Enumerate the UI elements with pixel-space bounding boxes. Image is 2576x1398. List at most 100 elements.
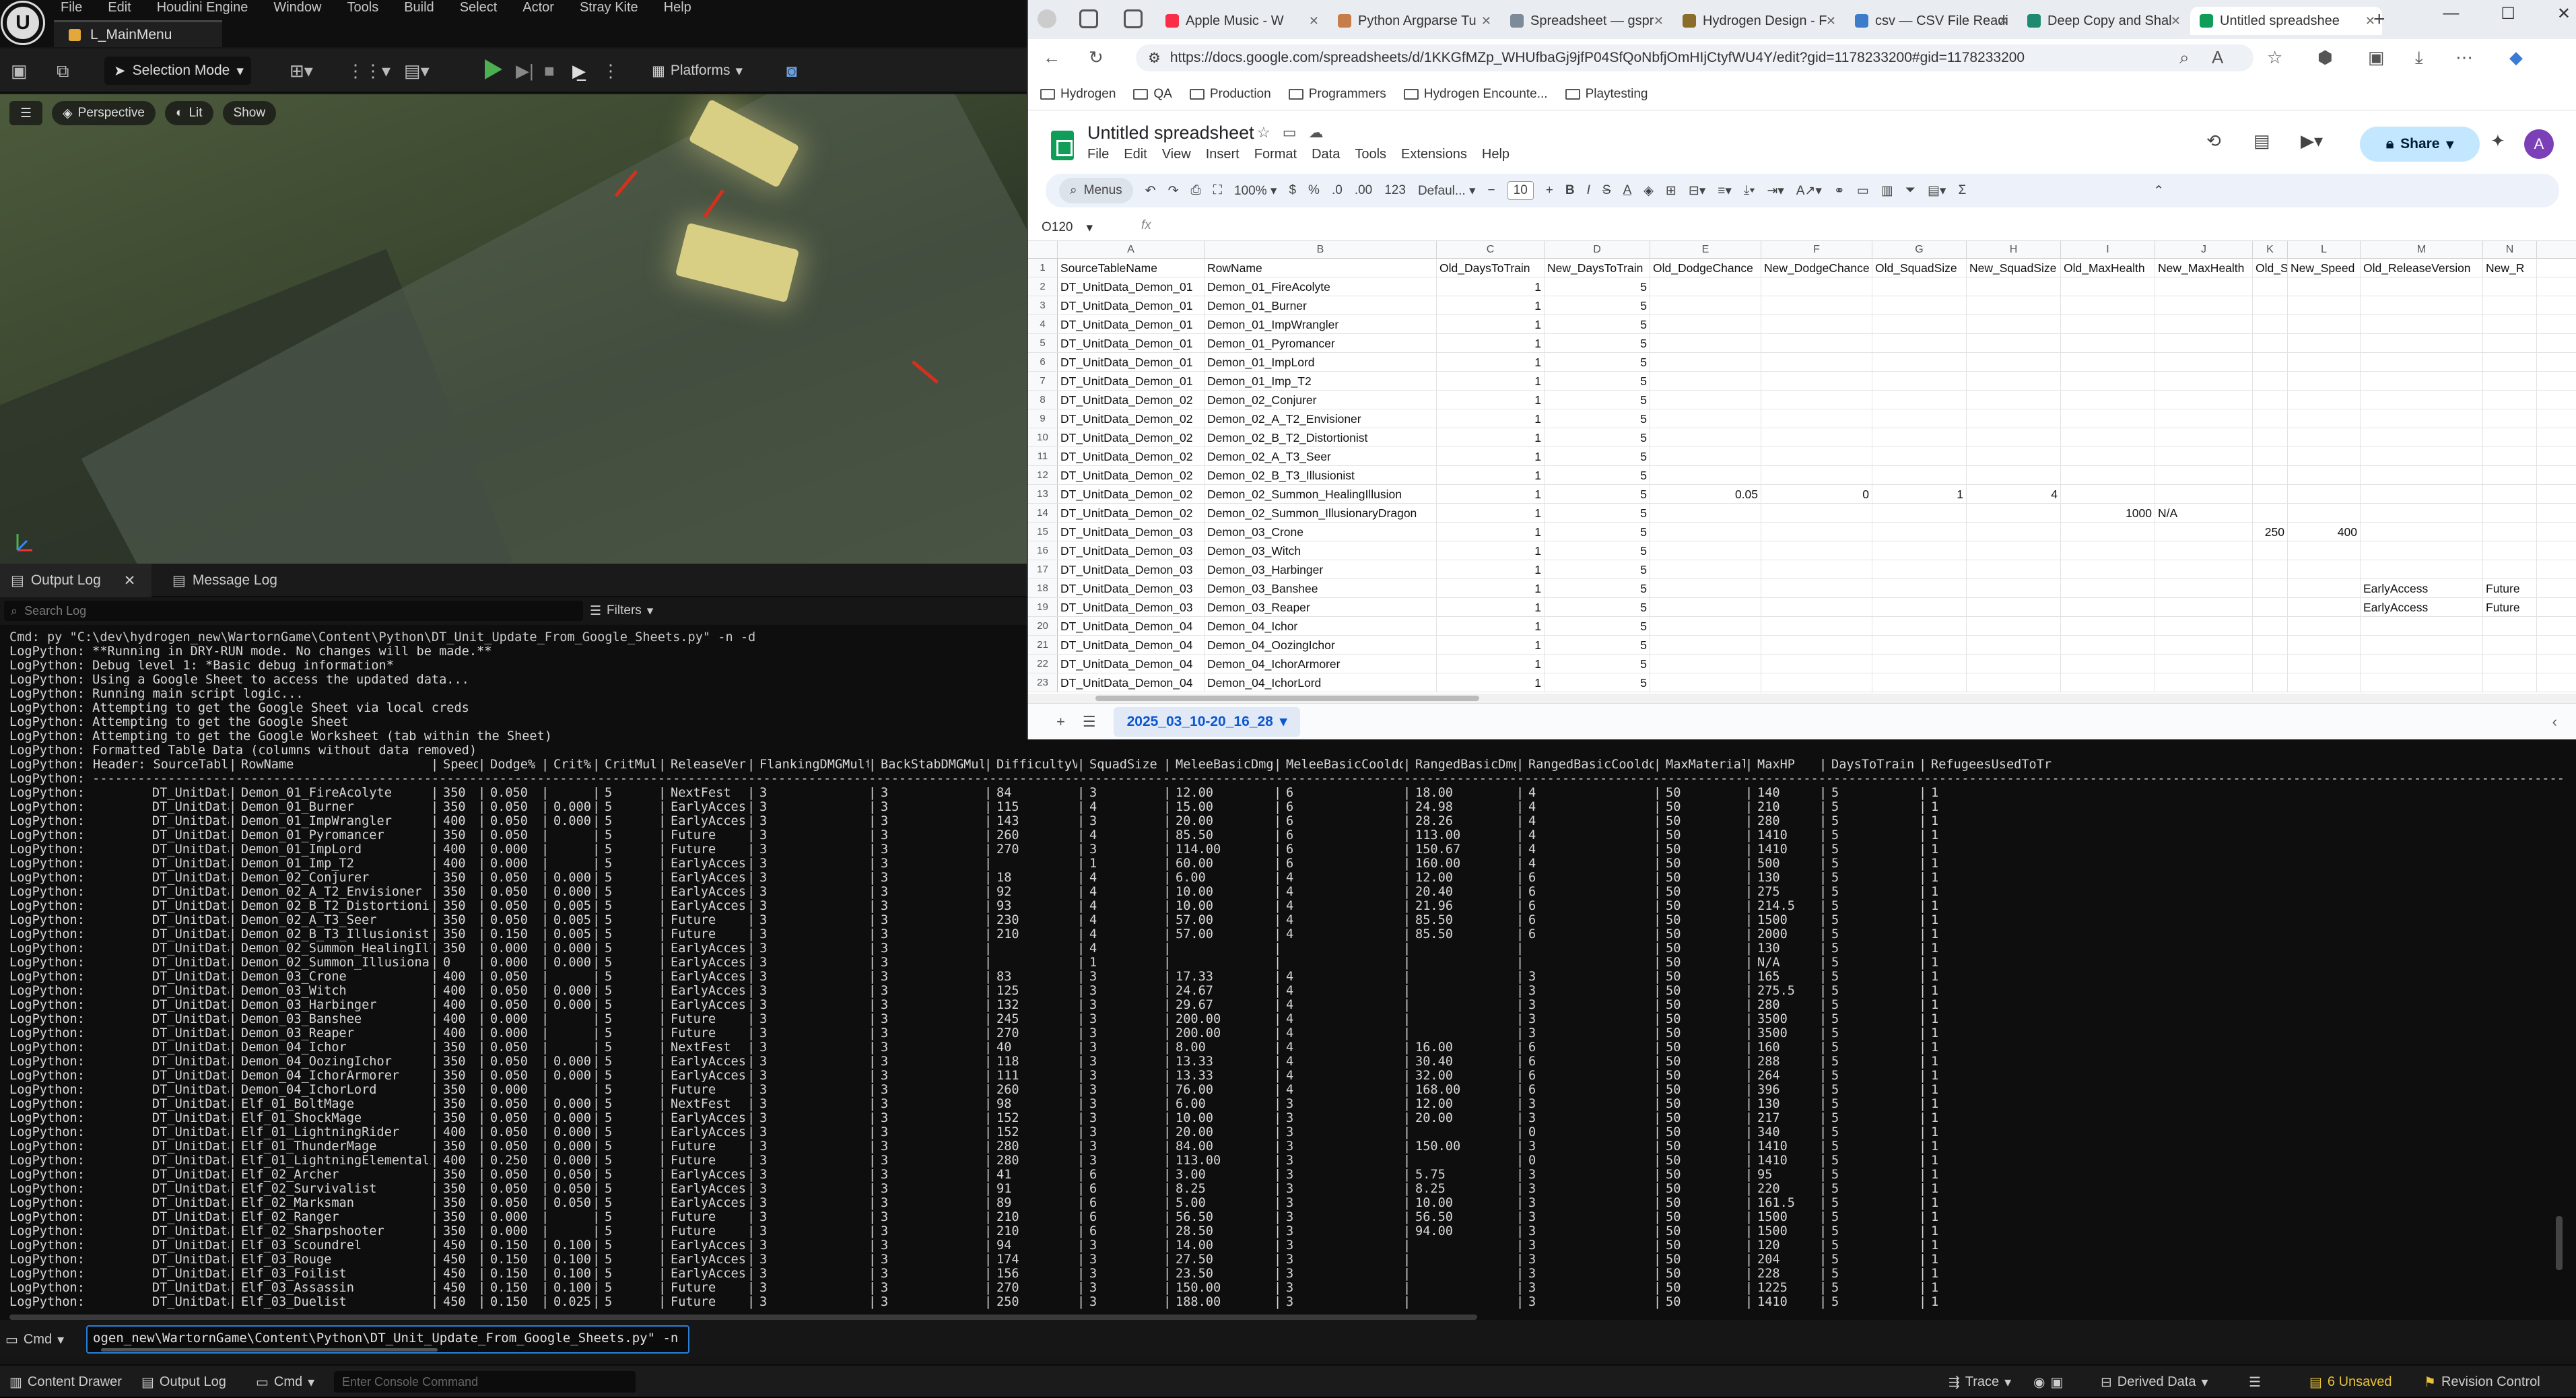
name-box[interactable]: O120 ▾ — [1042, 218, 1122, 237]
cell[interactable] — [2061, 428, 2155, 446]
close-icon[interactable]: ✕ — [2171, 14, 2181, 28]
trace-button[interactable]: ⇶ Trace ▾ — [1948, 1366, 2011, 1398]
cell[interactable] — [1967, 579, 2061, 597]
cell[interactable]: 5 — [1545, 428, 1650, 446]
cell[interactable] — [2361, 560, 2483, 578]
cell[interactable]: 5 — [1545, 447, 1650, 465]
cell[interactable] — [1650, 579, 1761, 597]
valign-icon[interactable]: ⤓▾ — [1744, 183, 1755, 198]
cell[interactable]: New_MaxHealth — [2155, 259, 2253, 277]
strikethrough-icon[interactable]: S — [1602, 183, 1611, 198]
row-header[interactable]: 13 — [1028, 485, 1058, 503]
profile-icon[interactable] — [1038, 9, 1056, 28]
cell[interactable]: Old_DodgeChance — [1650, 259, 1761, 277]
font-size-increase-icon[interactable]: + — [1546, 183, 1553, 198]
column-header[interactable]: D — [1545, 241, 1650, 259]
cell[interactable] — [1650, 447, 1761, 465]
cell[interactable] — [2483, 655, 2537, 673]
cell[interactable]: 5 — [1545, 504, 1650, 522]
column-header[interactable]: L — [2288, 241, 2361, 259]
cell[interactable]: DT_UnitData_Demon_04 — [1058, 673, 1205, 692]
cell[interactable]: Demon_03_Reaper — [1205, 598, 1437, 616]
cell[interactable]: DT_UnitData_Demon_04 — [1058, 636, 1205, 654]
close-icon[interactable]: ✕ — [2557, 4, 2571, 24]
cell[interactable]: 1 — [1437, 541, 1545, 560]
cell[interactable]: DT_UnitData_Demon_02 — [1058, 485, 1205, 503]
browser-tab[interactable]: Hydrogen Design - F ✕ — [1673, 7, 1843, 35]
row-header[interactable]: 11 — [1028, 447, 1058, 465]
gemini-icon[interactable]: ✦ — [2490, 131, 2505, 152]
cell[interactable]: Demon_02_B_T2_Distortionist — [1205, 428, 1437, 446]
cell[interactable] — [2288, 296, 2361, 314]
cell[interactable]: 1 — [1437, 485, 1545, 503]
sheets-logo-icon[interactable] — [1051, 131, 1074, 160]
cell[interactable] — [1967, 466, 2061, 484]
row-header[interactable]: 4 — [1028, 315, 1058, 333]
spreadsheet-grid[interactable]: ABCDEFGHIJKLMN 1 SourceTableName RowName Ol… — [1028, 241, 2576, 694]
row-header[interactable]: 1 — [1028, 259, 1058, 277]
cell[interactable] — [2253, 296, 2288, 314]
cell[interactable] — [2361, 315, 2483, 333]
cell[interactable]: 1 — [1437, 523, 1545, 541]
cell[interactable]: 1000 — [2061, 504, 2155, 522]
filters-dropdown[interactable]: ☰ Filters ▾ — [590, 601, 653, 621]
step-icon[interactable]: ▶| — [516, 59, 534, 82]
unsaved-button[interactable]: ▤ 6 Unsaved — [2309, 1366, 2392, 1398]
tab-output-log[interactable]: ▤ Output Log ✕ — [0, 564, 151, 597]
cell[interactable] — [2061, 277, 2155, 296]
cell[interactable] — [2155, 447, 2253, 465]
row-header[interactable]: 5 — [1028, 334, 1058, 352]
cell[interactable]: 4 — [1967, 485, 2061, 503]
menu-item-build[interactable]: Build — [404, 0, 434, 15]
cell[interactable] — [1650, 296, 1761, 314]
zoom-icon[interactable]: ⌕ — [2179, 47, 2190, 69]
move-folder-icon[interactable]: ▭ — [1283, 124, 1297, 141]
cell[interactable]: RowName — [1205, 259, 1437, 277]
cell[interactable] — [1761, 277, 1872, 296]
print-icon[interactable]: ⎙ — [1191, 183, 1201, 198]
reload-icon[interactable]: ↻ — [1089, 47, 1104, 68]
font-select[interactable]: Defaul... ▾ — [1418, 183, 1476, 199]
cell[interactable]: 1 — [1437, 560, 1545, 578]
cell[interactable]: DT_UnitData_Demon_02 — [1058, 391, 1205, 409]
menu-item-help[interactable]: Help — [1482, 147, 1510, 162]
cell[interactable] — [1872, 523, 1967, 541]
cell[interactable] — [1650, 504, 1761, 522]
select-all-corner[interactable] — [1028, 241, 1058, 259]
cell[interactable] — [1761, 372, 1872, 390]
tab-actions-icon[interactable] — [1124, 9, 1143, 28]
selection-mode-dropdown[interactable]: ➤ Selection Mode ▾ — [104, 57, 251, 85]
cell[interactable] — [2483, 485, 2537, 503]
show-button[interactable]: Show — [222, 101, 277, 125]
cell[interactable] — [1872, 541, 1967, 560]
cell[interactable]: Demon_04_OozingIchor — [1205, 636, 1437, 654]
cell[interactable] — [2155, 428, 2253, 446]
back-icon[interactable]: ← — [1043, 47, 1060, 68]
history-icon[interactable]: ⟲ — [2206, 131, 2221, 152]
cell[interactable]: Future — [2483, 598, 2537, 616]
cell[interactable] — [2361, 353, 2483, 371]
menu-item-actor[interactable]: Actor — [522, 0, 554, 15]
cell[interactable] — [2288, 334, 2361, 352]
cell[interactable] — [1650, 560, 1761, 578]
row-header[interactable]: 21 — [1028, 636, 1058, 654]
cell[interactable] — [1872, 277, 1967, 296]
row-header[interactable]: 10 — [1028, 428, 1058, 446]
fill-color-icon[interactable]: ◈ — [1643, 183, 1654, 199]
bookmark-programmers[interactable]: Programmers — [1288, 87, 1386, 102]
cell[interactable]: Demon_04_IchorArmorer — [1205, 655, 1437, 673]
command-input-scrollbar[interactable] — [101, 1348, 438, 1352]
cell[interactable] — [1761, 353, 1872, 371]
cell[interactable]: 5 — [1545, 315, 1650, 333]
cell[interactable] — [2288, 598, 2361, 616]
row-header[interactable]: 16 — [1028, 541, 1058, 560]
comments-icon[interactable]: ▤ — [2253, 131, 2270, 152]
cell[interactable] — [2361, 636, 2483, 654]
cell[interactable] — [1967, 391, 2061, 409]
cell[interactable]: 1 — [1437, 579, 1545, 597]
cell[interactable]: 1 — [1437, 334, 1545, 352]
cell[interactable] — [2483, 428, 2537, 446]
perspective-button[interactable]: ◈ Perspective — [52, 101, 156, 125]
cell[interactable] — [2155, 541, 2253, 560]
cell[interactable] — [1761, 334, 1872, 352]
